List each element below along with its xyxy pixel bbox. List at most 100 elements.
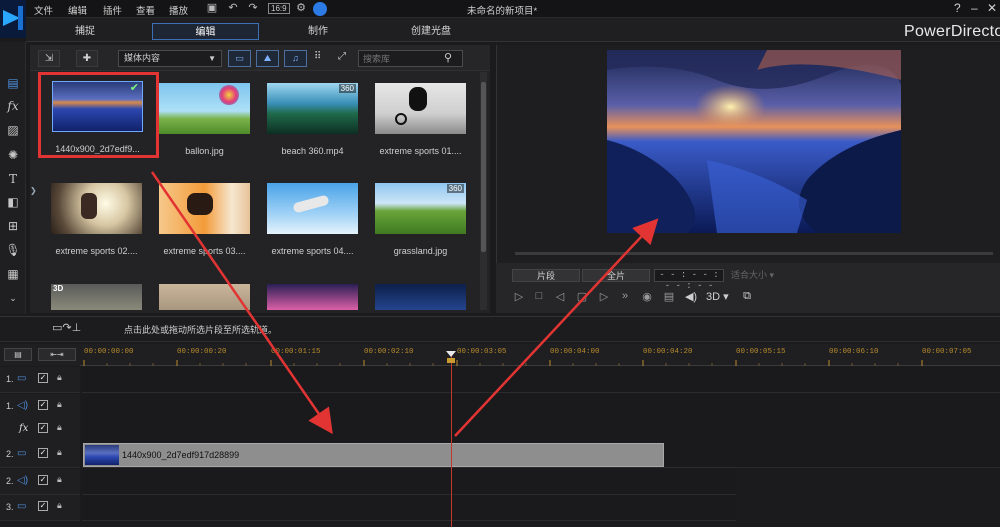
playhead-handle[interactable] bbox=[445, 350, 457, 364]
track-header-video-2: 2. ▭ ✓ 🔒︎ bbox=[0, 442, 80, 468]
timecode-field[interactable]: - - : - - : - - : - - bbox=[654, 269, 724, 291]
library-item[interactable]: extreme sports 03.... bbox=[159, 183, 250, 256]
lock-icon[interactable]: 🔒︎ bbox=[57, 422, 62, 433]
lock-icon[interactable]: 🔒︎ bbox=[57, 399, 62, 410]
library-scrollbar[interactable] bbox=[480, 72, 487, 310]
library-item[interactable]: extreme sports 02.... bbox=[51, 183, 142, 256]
track-enable-checkbox[interactable]: ✓ bbox=[38, 373, 48, 383]
fast-forward-icon[interactable]: » bbox=[618, 290, 632, 302]
track-lane-video-1[interactable] bbox=[82, 367, 1000, 393]
expand-panel-icon[interactable]: ❯ bbox=[30, 186, 40, 206]
fx-room-icon[interactable]: fx bbox=[3, 97, 23, 115]
library-item[interactable]: 3D bbox=[51, 284, 142, 310]
playhead-line[interactable] bbox=[451, 352, 452, 527]
clip-mode-button[interactable]: 片段 bbox=[512, 269, 580, 282]
library-item[interactable] bbox=[375, 284, 466, 310]
lock-icon[interactable]: 🔒︎ bbox=[57, 372, 62, 383]
undo-icon[interactable]: ↶ bbox=[226, 2, 240, 15]
menu-play[interactable]: 播放 bbox=[169, 3, 188, 17]
video-track-icon: ▭ bbox=[17, 373, 27, 384]
volume-icon[interactable]: ◀) bbox=[684, 290, 698, 303]
search-icon[interactable]: ⚲ bbox=[444, 51, 452, 64]
track-enable-checkbox[interactable]: ✓ bbox=[38, 448, 48, 458]
import-media-button[interactable]: ⇲ bbox=[38, 50, 60, 67]
step-forward-icon[interactable]: ▷ bbox=[597, 290, 611, 303]
library-item[interactable]: 360 grassland.jpg bbox=[375, 183, 466, 256]
close-icon[interactable]: ✕ bbox=[987, 1, 997, 15]
brand-name: PowerDirecto bbox=[904, 23, 1000, 40]
thumbnail-image: 360 bbox=[267, 83, 358, 134]
grid-view-icon[interactable]: ⠿ bbox=[314, 51, 321, 62]
voice-over-icon[interactable]: 🎙 bbox=[3, 241, 23, 259]
menu-file[interactable]: 文件 bbox=[34, 3, 53, 17]
tab-capture[interactable]: 捕捉 bbox=[52, 23, 118, 40]
app-logo bbox=[0, 0, 26, 38]
subtitle-icon[interactable]: ▤ bbox=[662, 290, 676, 303]
play-icon[interactable]: ▷ bbox=[512, 290, 526, 303]
menu-edit[interactable]: 编辑 bbox=[68, 3, 87, 17]
track-lane-fx[interactable] bbox=[82, 417, 1000, 443]
track-enable-checkbox[interactable]: ✓ bbox=[38, 423, 48, 433]
audio-mixing-icon[interactable]: ⊞ bbox=[3, 217, 23, 235]
tab-create-disc[interactable]: 创建光盘 bbox=[398, 23, 464, 40]
expand-view-icon[interactable]: ⤢ bbox=[338, 51, 346, 62]
help-icon[interactable]: ? bbox=[954, 1, 961, 15]
library-item[interactable]: extreme sports 01.... bbox=[375, 83, 466, 156]
track-lane-video-3[interactable] bbox=[82, 495, 736, 521]
fit-timeline-button[interactable]: ⇤⇥ bbox=[38, 348, 76, 361]
snapshot-icon[interactable]: ◉ bbox=[640, 290, 654, 303]
track-enable-checkbox[interactable]: ✓ bbox=[38, 501, 48, 511]
more-rooms-icon[interactable]: ⌄ bbox=[3, 289, 23, 307]
chapter-room-icon[interactable]: ▦ bbox=[3, 265, 23, 283]
tab-edit[interactable]: 编辑 bbox=[152, 23, 259, 40]
particle-room-icon[interactable]: ✺ bbox=[3, 146, 23, 164]
previous-frame-icon[interactable]: ◁ bbox=[553, 290, 567, 303]
filter-image-button[interactable]: ⛰ bbox=[256, 50, 279, 67]
track-enable-checkbox[interactable]: ✓ bbox=[38, 400, 48, 410]
thumbnail-image bbox=[51, 183, 142, 234]
filter-audio-button[interactable]: ♫ bbox=[284, 50, 307, 67]
tab-produce[interactable]: 制作 bbox=[285, 23, 351, 40]
minimize-icon[interactable]: – bbox=[971, 1, 978, 15]
save-icon[interactable]: ▣ bbox=[205, 2, 219, 15]
lock-icon[interactable]: 🔒︎ bbox=[57, 447, 62, 458]
library-item-label: grassland.jpg bbox=[393, 246, 448, 256]
track-lane-audio-2[interactable] bbox=[82, 469, 736, 495]
cyberlink-cloud-icon[interactable] bbox=[313, 2, 327, 16]
lock-icon[interactable]: 🔒︎ bbox=[57, 500, 62, 511]
fx-track-icon: fx bbox=[19, 423, 29, 434]
plugin-button[interactable]: ✚ bbox=[76, 50, 98, 67]
library-item-label: extreme sports 04.... bbox=[271, 246, 354, 256]
transition-room-icon[interactable]: ◧ bbox=[3, 193, 23, 211]
timeline-clip[interactable]: 1440x900_2d7edf917d28899 bbox=[83, 443, 664, 467]
preview-seek-slider[interactable] bbox=[515, 252, 993, 255]
lock-icon[interactable]: 🔒︎ bbox=[57, 474, 62, 485]
filter-video-button[interactable]: ▭ bbox=[228, 50, 251, 67]
menu-plugin[interactable]: 插件 bbox=[103, 3, 122, 17]
track-number: 1. bbox=[6, 401, 14, 411]
track-enable-checkbox[interactable]: ✓ bbox=[38, 475, 48, 485]
media-type-select[interactable]: 媒体内容 ▼ bbox=[118, 50, 222, 67]
library-item[interactable]: 360 beach 360.mp4 bbox=[267, 83, 358, 156]
aspect-ratio-button[interactable]: 16:9 bbox=[268, 3, 290, 14]
track-manager-button[interactable]: ▤ bbox=[4, 348, 32, 361]
stop-icon[interactable]: □ bbox=[532, 290, 546, 302]
library-item[interactable]: extreme sports 04.... bbox=[267, 183, 358, 256]
3d-mode-button[interactable]: 3D ▾ bbox=[706, 290, 729, 303]
timeline-view-icon[interactable]: ▭↷⊥ bbox=[52, 321, 81, 334]
movie-mode-button[interactable]: 全片 bbox=[582, 269, 650, 282]
pip-room-icon[interactable]: ▨ bbox=[3, 121, 23, 139]
library-item[interactable] bbox=[267, 284, 358, 310]
next-frame-icon[interactable]: ▢ bbox=[575, 290, 589, 303]
media-room-icon[interactable]: ▤ bbox=[3, 74, 23, 92]
library-item[interactable]: ballon.jpg bbox=[159, 83, 250, 156]
redo-icon[interactable]: ↷ bbox=[246, 2, 260, 15]
library-item[interactable] bbox=[159, 284, 250, 310]
undock-icon[interactable]: ⧉ bbox=[740, 290, 754, 303]
settings-icon[interactable]: ⚙ bbox=[294, 2, 308, 15]
title-room-icon[interactable]: T bbox=[3, 170, 23, 188]
library-item-label: beach 360.mp4 bbox=[281, 146, 344, 156]
ruler-label: 00:00:03:05 bbox=[457, 348, 507, 356]
menu-view[interactable]: 查看 bbox=[136, 3, 155, 17]
zoom-select[interactable]: 适合大小 ▾ bbox=[731, 269, 791, 282]
